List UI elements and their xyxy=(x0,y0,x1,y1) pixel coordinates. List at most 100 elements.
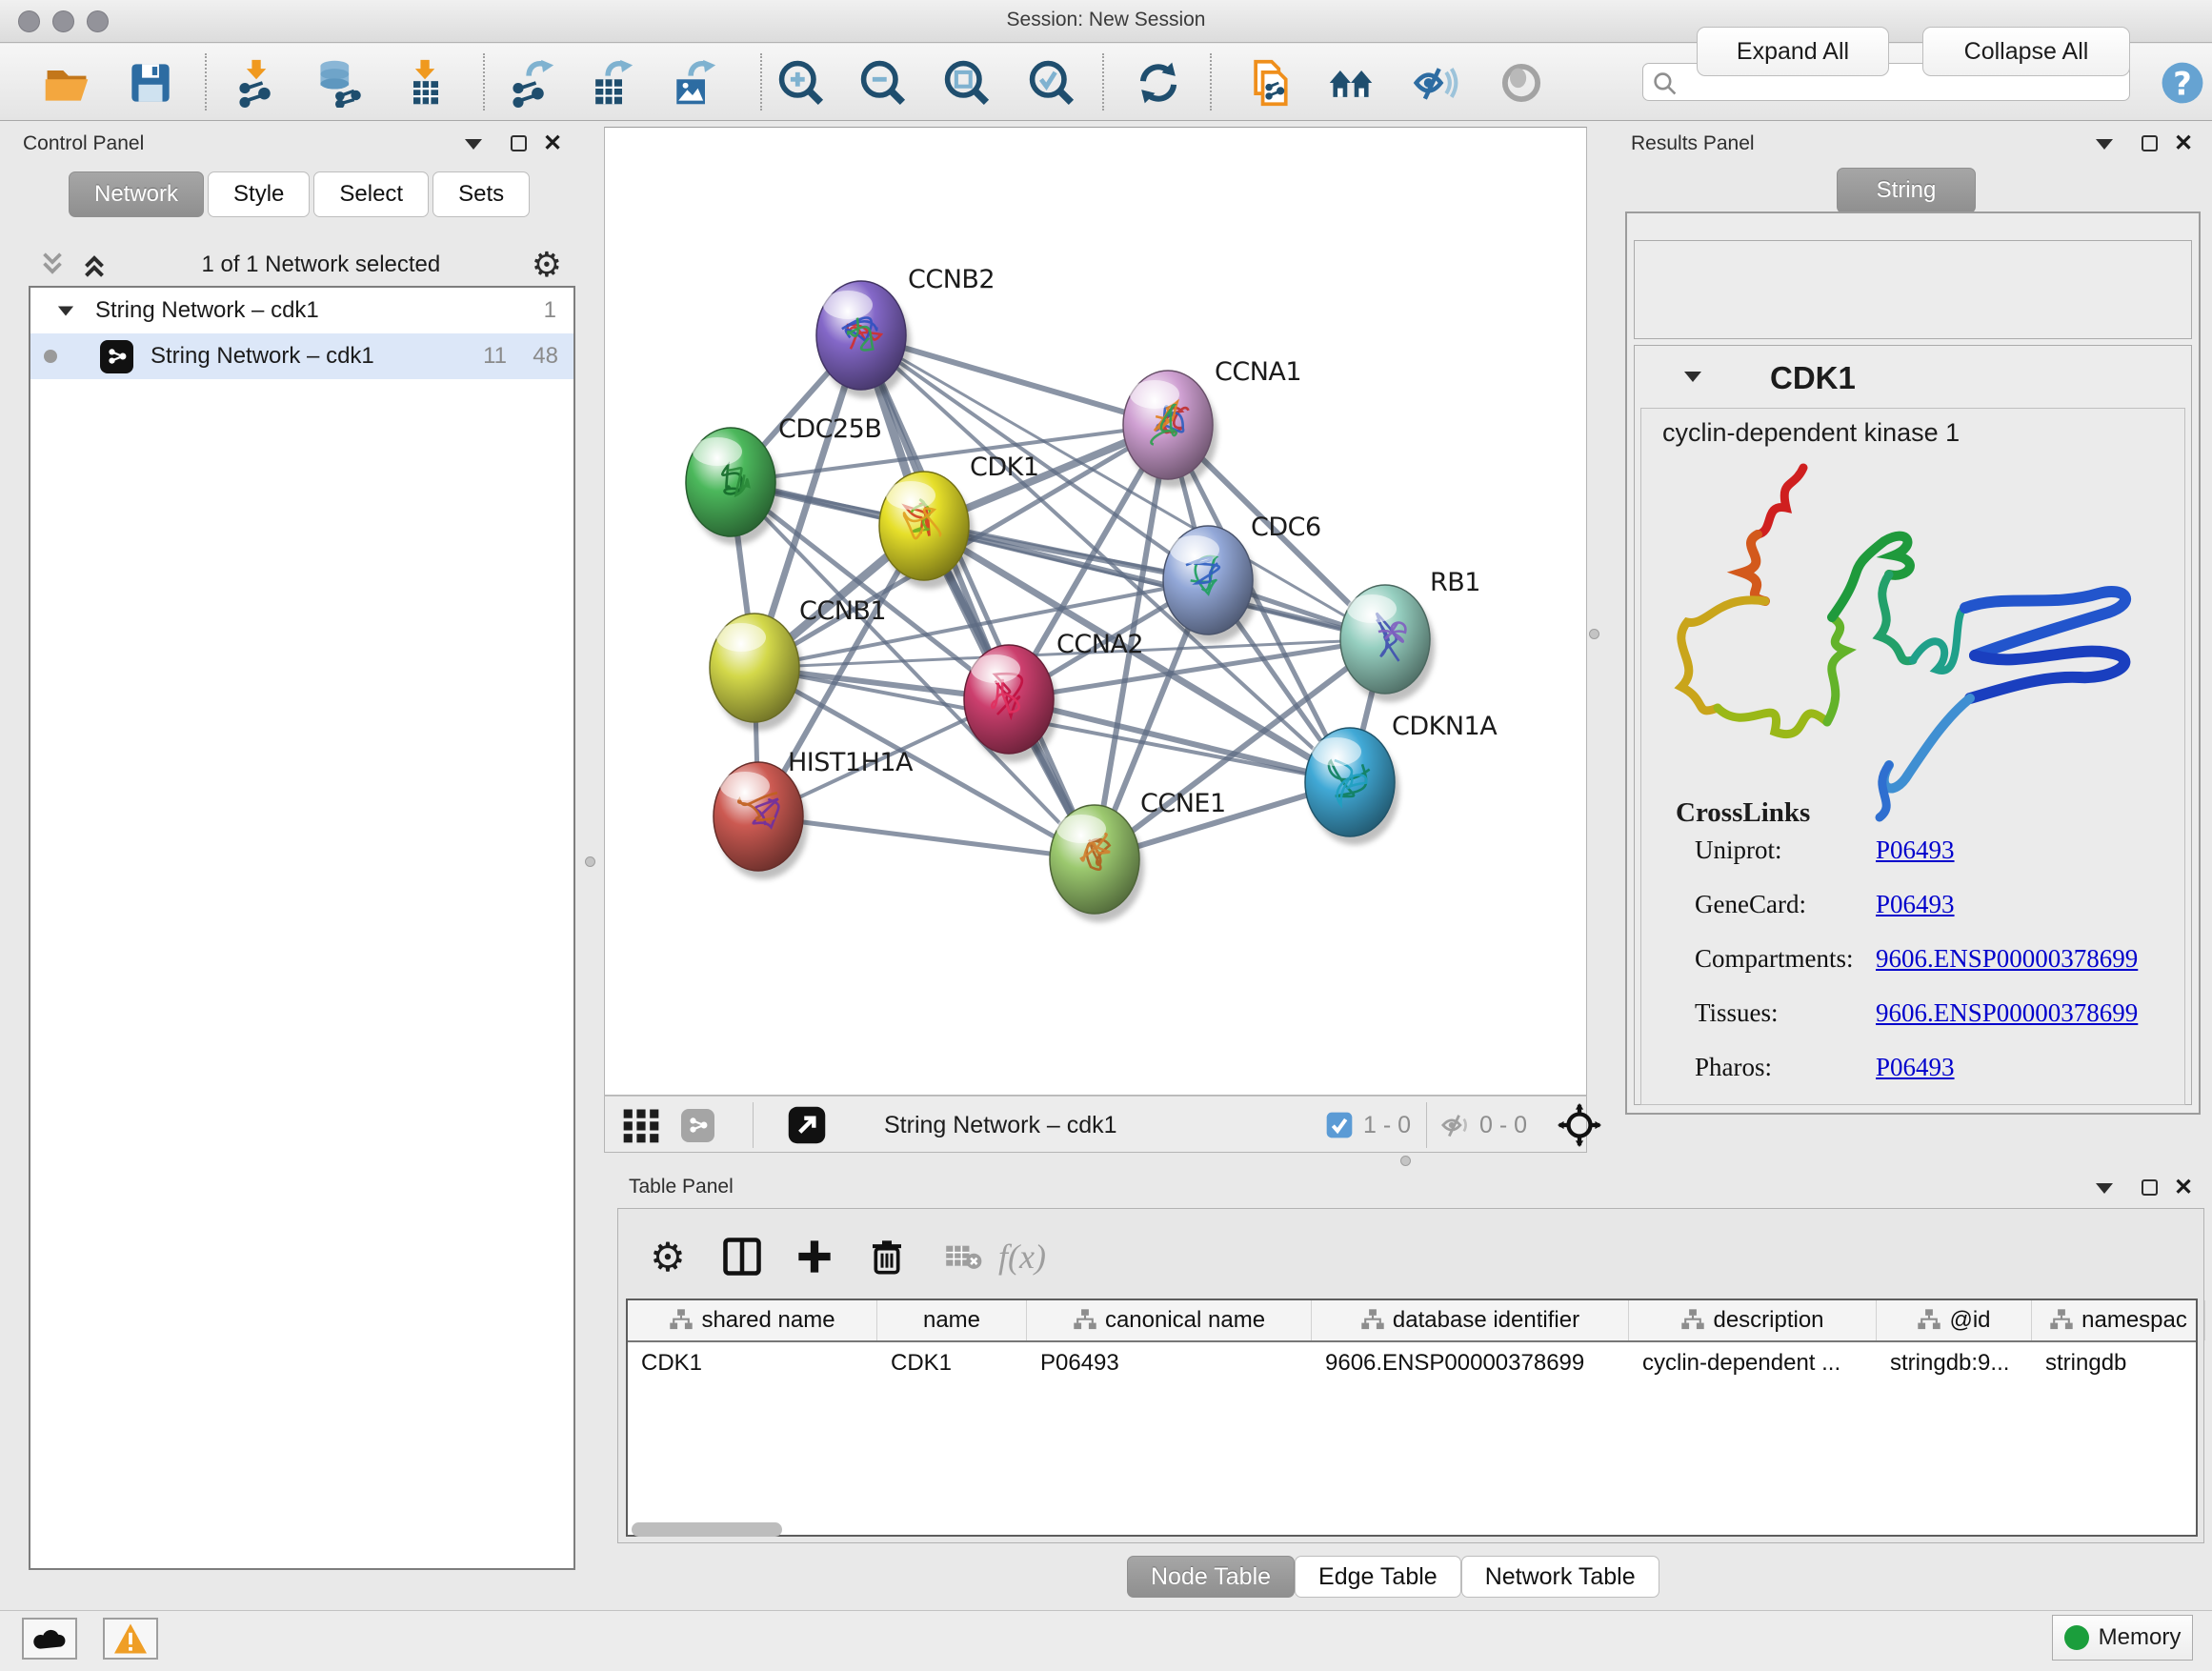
expand-all-button[interactable]: Expand All xyxy=(1697,27,1889,76)
import-table-icon xyxy=(401,58,451,108)
table-cell: CDK1 xyxy=(628,1342,877,1384)
help-button[interactable]: ? xyxy=(2155,55,2210,111)
crosslink-row: Tissues:9606.ENSP00000378699 xyxy=(1695,998,2138,1028)
network-canvas[interactable]: CCNB2CCNA1CDC25BCDK1CDC6RB1CCNB1CCNA2CDK… xyxy=(604,127,1587,1096)
crosslink-link[interactable]: 9606.ENSP00000378699 xyxy=(1876,998,2138,1027)
column-header-namespac[interactable]: namespac xyxy=(2032,1300,2205,1340)
birdseye-toggle-button[interactable] xyxy=(620,1104,662,1146)
import-network-button[interactable] xyxy=(230,55,285,111)
crosslink-label: Compartments: xyxy=(1695,944,1876,974)
column-header--id[interactable]: @id xyxy=(1877,1300,2032,1340)
selected-checkbox[interactable] xyxy=(1324,1104,1355,1146)
collapse-all-icon[interactable] xyxy=(36,249,69,281)
column-header-name[interactable]: name xyxy=(877,1300,1027,1340)
documents-network-icon xyxy=(1245,58,1295,108)
table-row[interactable]: CDK1CDK1P064939606.ENSP00000378699cyclin… xyxy=(628,1342,2196,1384)
column-header-label: description xyxy=(1713,1307,1823,1334)
crosslink-link[interactable]: P06493 xyxy=(1876,836,1955,864)
table-cell: stringdb:9... xyxy=(1877,1342,2032,1384)
export-network-icon xyxy=(506,58,555,108)
control-panel-float-button[interactable] xyxy=(511,135,527,151)
column-header-database-identifier[interactable]: database identifier xyxy=(1312,1300,1629,1340)
results-panel-float-button[interactable] xyxy=(2142,135,2158,151)
tab-select[interactable]: Select xyxy=(313,171,429,217)
table-body: CDK1CDK1P064939606.ENSP00000378699cyclin… xyxy=(628,1342,2196,1384)
table-panel-close-button[interactable]: ✕ xyxy=(2174,1179,2193,1196)
tab-network[interactable]: Network xyxy=(69,171,204,217)
zoom-selected-button[interactable] xyxy=(1024,55,1079,111)
node-count: 11 xyxy=(483,343,507,370)
zoom-fit-icon xyxy=(942,58,992,108)
collapse-all-button[interactable]: Collapse All xyxy=(1922,27,2130,76)
clone-network-button[interactable] xyxy=(1242,55,1297,111)
table-options-button[interactable]: ⚙ xyxy=(643,1232,693,1281)
gene-section-collapse[interactable] xyxy=(1684,372,1701,382)
results-panel-close-button[interactable]: ✕ xyxy=(2174,135,2193,151)
tab-network-table[interactable]: Network Table xyxy=(1461,1556,1659,1598)
add-column-button[interactable] xyxy=(790,1232,839,1281)
table-panel-collapse-button[interactable] xyxy=(2096,1183,2113,1194)
database-import-icon xyxy=(313,58,363,108)
zoom-in-button[interactable] xyxy=(774,55,829,111)
tab-sets[interactable]: Sets xyxy=(432,171,530,217)
external-link-icon xyxy=(786,1104,828,1146)
gear-icon[interactable]: ⚙ xyxy=(532,245,562,285)
network-label: String Network – cdk1 xyxy=(151,343,374,370)
column-header-label: namespac xyxy=(2081,1307,2187,1334)
network-collection-row[interactable]: String Network – cdk1 1 xyxy=(30,288,573,333)
crosslink-link[interactable]: 9606.ENSP00000378699 xyxy=(1876,944,2138,973)
memory-button[interactable]: Memory xyxy=(2052,1615,2193,1661)
eye-slash-icon xyxy=(1439,1108,1474,1142)
tab-edge-table[interactable]: Edge Table xyxy=(1295,1556,1461,1598)
column-header-description[interactable]: description xyxy=(1629,1300,1877,1340)
network-overview-button[interactable] xyxy=(681,1104,714,1146)
delete-column-button[interactable] xyxy=(862,1232,912,1281)
results-panel-collapse-button[interactable] xyxy=(2096,139,2113,150)
horizontal-splitter-grip[interactable] xyxy=(1400,1156,1411,1166)
zoom-out-icon xyxy=(858,58,908,108)
export-table-button[interactable] xyxy=(582,55,637,111)
string-home-button[interactable] xyxy=(1323,55,1378,111)
column-header-shared-name[interactable]: shared name xyxy=(628,1300,877,1340)
column-header-canonical-name[interactable]: canonical name xyxy=(1027,1300,1312,1340)
table-panel-float-button[interactable] xyxy=(2142,1179,2158,1196)
cloud-button[interactable] xyxy=(22,1618,77,1660)
horizontal-scrollbar[interactable] xyxy=(632,1522,782,1537)
save-session-button[interactable] xyxy=(123,55,178,111)
export-network-button[interactable] xyxy=(503,55,558,111)
open-session-button[interactable] xyxy=(39,55,94,111)
open-in-window-button[interactable] xyxy=(786,1104,828,1146)
zoom-out-button[interactable] xyxy=(855,55,911,111)
tab-node-table[interactable]: Node Table xyxy=(1127,1556,1295,1598)
expand-all-icon[interactable] xyxy=(78,249,111,281)
right-splitter-grip[interactable] xyxy=(1589,629,1599,639)
show-graphics-button[interactable] xyxy=(1494,55,1549,111)
export-image-button[interactable] xyxy=(665,55,720,111)
crosslink-row: Pharos:P06493 xyxy=(1695,1053,1955,1082)
string-results-buttons xyxy=(1634,240,2192,339)
control-panel-close-button[interactable]: ✕ xyxy=(543,135,562,151)
import-table-button[interactable] xyxy=(398,55,453,111)
hide-graphics-button[interactable] xyxy=(1408,55,1463,111)
control-panel-collapse-button[interactable] xyxy=(465,139,482,150)
crosslink-row: Uniprot:P06493 xyxy=(1695,836,1955,865)
crosslink-label: Pharos: xyxy=(1695,1053,1876,1082)
import-network-from-database-button[interactable] xyxy=(311,55,366,111)
left-splitter-grip[interactable] xyxy=(585,856,595,867)
node-label-CDC6: CDC6 xyxy=(1251,513,1321,542)
network-row[interactable]: String Network – cdk1 11 48 xyxy=(30,333,573,379)
crosslink-link[interactable]: P06493 xyxy=(1876,890,1955,918)
string-network-graph[interactable]: CCNB2CCNA1CDC25BCDK1CDC6RB1CCNB1CCNA2CDK… xyxy=(605,128,1586,1095)
show-columns-button[interactable] xyxy=(717,1232,767,1281)
fit-selected-button[interactable] xyxy=(1558,1104,1601,1146)
warning-button[interactable] xyxy=(103,1618,158,1660)
control-panel-tabs: NetworkStyleSelectSets xyxy=(69,171,530,217)
node-table: shared namenamecanonical namedatabase id… xyxy=(626,1299,2198,1537)
hidden-indicator xyxy=(1439,1104,1474,1146)
tab-string[interactable]: String xyxy=(1837,168,1976,213)
tab-style[interactable]: Style xyxy=(208,171,310,217)
refresh-button[interactable] xyxy=(1131,55,1186,111)
network-icon xyxy=(100,340,133,373)
crosslink-link[interactable]: P06493 xyxy=(1876,1053,1955,1081)
zoom-fit-button[interactable] xyxy=(939,55,995,111)
